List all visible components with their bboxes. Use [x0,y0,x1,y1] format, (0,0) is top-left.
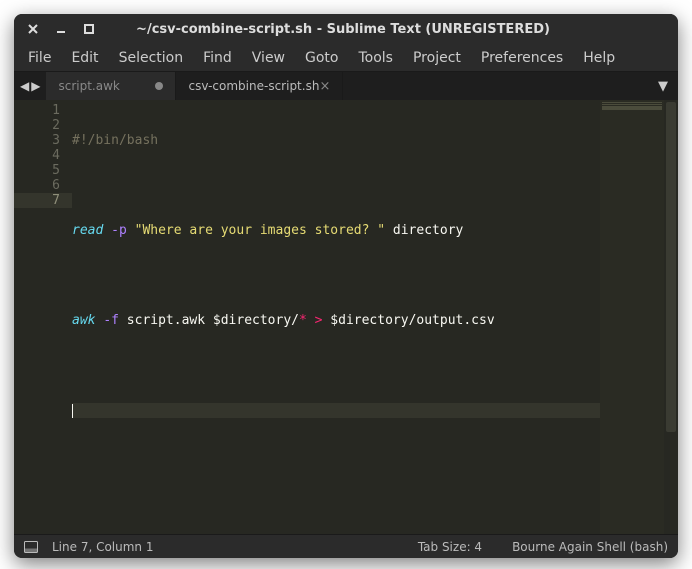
editor[interactable]: 1 2 3 4 5 6 7 #!/bin/bash read -p "Where… [14,100,678,534]
line-number: 1 [14,103,60,118]
code-token: -f [103,313,119,328]
minimap[interactable] [600,100,664,534]
minimize-icon[interactable] [54,22,68,36]
code-token: * [299,313,307,328]
window-title: ~/csv-combine-script.sh - Sublime Text (… [96,22,670,37]
cursor [72,404,73,418]
status-position[interactable]: Line 7, Column 1 [52,540,154,554]
code-token: awk [72,313,95,328]
menu-preferences[interactable]: Preferences [471,46,573,70]
titlebar: ~/csv-combine-script.sh - Sublime Text (… [14,14,678,44]
code-token: -p [111,223,127,238]
menu-file[interactable]: File [18,46,61,70]
dirty-indicator-icon [155,82,163,90]
status-bar: Line 7, Column 1 Tab Size: 4 Bourne Agai… [14,534,678,558]
menu-help[interactable]: Help [573,46,625,70]
menu-tools[interactable]: Tools [348,46,403,70]
code-token: $directory/output.csv [330,313,494,328]
tab-script-awk[interactable]: script.awk [46,72,176,100]
line-number: 3 [14,133,60,148]
gutter: 1 2 3 4 5 6 7 [14,100,72,534]
tab-bar: ◀ ▶ script.awk csv-combine-script.sh × ▼ [14,72,678,100]
window: ~/csv-combine-script.sh - Sublime Text (… [14,14,678,558]
minimap-content [602,102,662,110]
menu-view[interactable]: View [242,46,295,70]
code-token: "Where are your images stored? " [135,223,385,238]
close-tab-icon[interactable]: × [319,80,330,93]
vertical-scrollbar[interactable] [664,100,678,534]
tab-label: csv-combine-script.sh [188,79,319,93]
code-content[interactable]: #!/bin/bash read -p "Where are your imag… [72,100,600,534]
status-syntax[interactable]: Bourne Again Shell (bash) [512,540,668,554]
status-tabsize[interactable]: Tab Size: 4 [418,540,482,554]
history-forward-icon[interactable]: ▶ [31,79,40,93]
window-controls [26,22,96,36]
tab-csv-combine-script[interactable]: csv-combine-script.sh × [176,72,343,100]
maximize-icon[interactable] [82,22,96,36]
menu-find[interactable]: Find [193,46,242,70]
tab-history: ◀ ▶ [14,72,46,100]
tab-label: script.awk [58,79,119,93]
code-token: directory [393,223,463,238]
menu-goto[interactable]: Goto [295,46,348,70]
code-token: #!/bin/bash [72,133,158,148]
tab-menu-icon[interactable]: ▼ [648,72,678,100]
menu-project[interactable]: Project [403,46,471,70]
menu-selection[interactable]: Selection [109,46,194,70]
menubar: File Edit Selection Find View Goto Tools… [14,44,678,72]
close-icon[interactable] [26,22,40,36]
code-token: > [315,313,323,328]
line-number: 7 [14,193,72,208]
panel-switcher-icon[interactable] [24,541,38,553]
code-token: read [72,223,103,238]
line-number: 6 [14,178,60,193]
history-back-icon[interactable]: ◀ [20,79,29,93]
scrollbar-thumb[interactable] [666,102,676,432]
menu-edit[interactable]: Edit [61,46,108,70]
code-token: script.awk $directory/ [127,313,299,328]
line-number: 2 [14,118,60,133]
line-number: 4 [14,148,60,163]
line-number: 5 [14,163,60,178]
